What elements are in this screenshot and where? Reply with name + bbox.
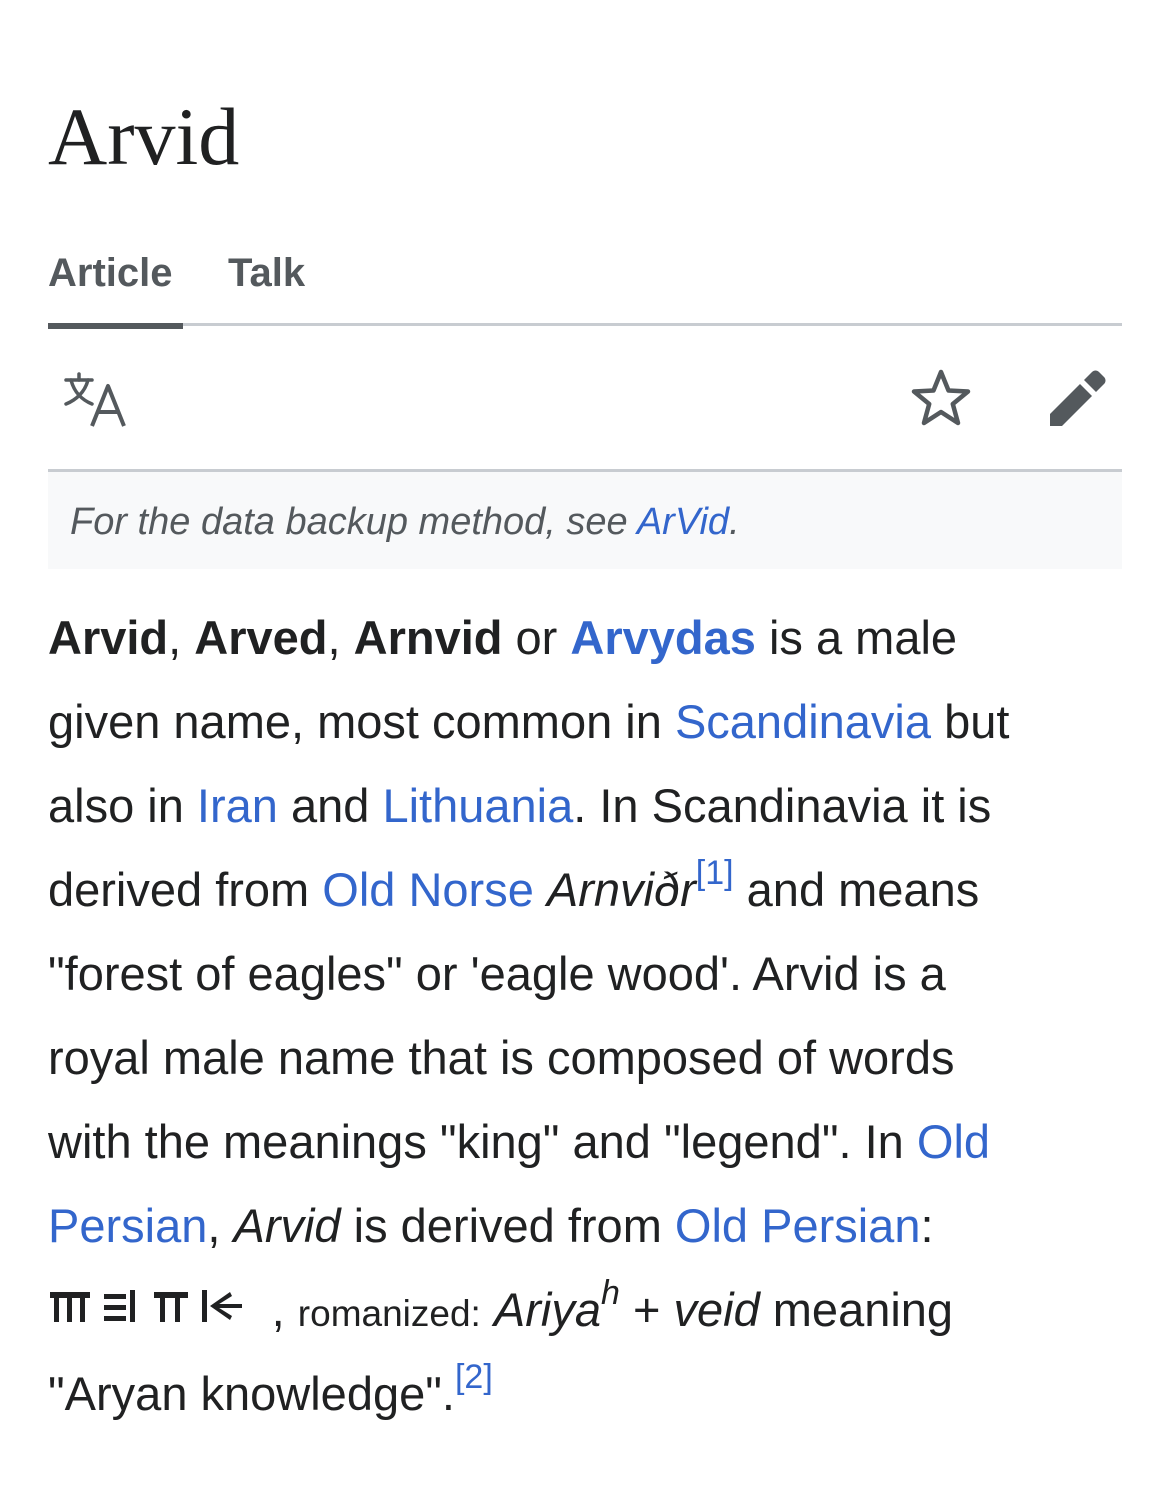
italic-arvid: Arvid	[233, 1199, 341, 1252]
text: :	[920, 1199, 934, 1252]
text: with the meanings "king" and "legend". I…	[48, 1115, 917, 1168]
superscript-h: h	[600, 1274, 620, 1312]
text: but	[931, 695, 1010, 748]
paragraph-line: given name, most common in Scandinavia b…	[48, 680, 1128, 764]
link-old-norse[interactable]: Old Norse	[322, 863, 534, 916]
text: and means	[733, 863, 980, 916]
text: ,	[271, 1283, 298, 1336]
italic-veid: veid	[673, 1283, 760, 1336]
hatnote-link-arvid[interactable]: ArVid	[637, 501, 729, 543]
text: ,	[327, 611, 354, 664]
pencil-icon[interactable]	[1042, 366, 1108, 432]
article-paragraph: Arvid, Arved, Arnvid or Arvydas is a mal…	[48, 596, 1128, 1436]
page-actions-toolbar	[48, 326, 1122, 472]
link-lithuania[interactable]: Lithuania	[382, 779, 573, 832]
paragraph-line: derived from Old Norse Arnviðr[1] and me…	[48, 848, 1128, 932]
text	[481, 1283, 494, 1336]
text: given name, most common in	[48, 695, 675, 748]
link-iran[interactable]: Iran	[197, 779, 278, 832]
text: is a male	[755, 611, 958, 664]
paragraph-line: Arvid, Arved, Arnvid or Arvydas is a mal…	[48, 596, 1128, 680]
link-scandinavia[interactable]: Scandinavia	[675, 695, 931, 748]
text: and	[277, 779, 383, 832]
italic-ariya: Ariya	[493, 1283, 601, 1336]
text: derived from	[48, 863, 323, 916]
article-page: Arvid Article Talk For the data backup m…	[0, 0, 1170, 1509]
page-tabs: Article Talk	[48, 248, 1122, 329]
paragraph-line: royal male name that is composed of word…	[48, 1031, 955, 1084]
text: meaning	[759, 1283, 954, 1336]
text: +	[619, 1283, 674, 1336]
text: ,	[168, 611, 195, 664]
reference-1[interactable]: [1]	[696, 854, 734, 892]
link-old-persian-1-cont[interactable]: Persian	[48, 1199, 207, 1252]
hatnote-text: For the data backup method, see	[70, 501, 637, 543]
paragraph-line: with the meanings "king" and "legend". I…	[48, 1100, 1128, 1184]
link-old-persian-1[interactable]: Old	[917, 1115, 990, 1168]
link-old-persian-2[interactable]: Old Persian	[675, 1199, 921, 1252]
text: is derived from	[340, 1199, 675, 1252]
cuneiform-text	[48, 1288, 272, 1335]
text: . In Scandinavia it is	[573, 779, 992, 832]
tab-article[interactable]: Article	[48, 248, 183, 329]
paragraph-line: "Aryan knowledge".[2]	[48, 1352, 1128, 1436]
paragraph-line: Persian, Arvid is derived from Old Persi…	[48, 1184, 1128, 1268]
paragraph-line: "forest of eagles" or 'eagle wood'. Arvi…	[48, 947, 946, 1000]
hatnote: For the data backup method, see ArVid.	[48, 472, 1122, 569]
text: or	[502, 611, 571, 664]
paragraph-line: also in Iran and Lithuania. In Scandinav…	[48, 764, 1128, 848]
star-icon[interactable]	[908, 366, 974, 432]
italic-arnvidr: Arnviðr	[546, 863, 696, 916]
romanized-label: romanized:	[297, 1293, 481, 1334]
translate-icon[interactable]	[62, 370, 134, 430]
text: "Aryan knowledge".	[48, 1367, 455, 1420]
link-arvydas[interactable]: Arvydas	[570, 611, 756, 664]
hatnote-period: .	[729, 501, 740, 543]
tab-talk[interactable]: Talk	[228, 248, 305, 326]
bold-name-arved: Arved	[194, 611, 328, 664]
bold-name-arnvid: Arnvid	[353, 611, 503, 664]
page-title: Arvid	[48, 91, 240, 182]
bold-name-arvid: Arvid	[48, 611, 169, 664]
text: ,	[207, 1199, 234, 1252]
reference-2[interactable]: [2]	[455, 1358, 493, 1396]
cuneiform-glyphs	[50, 1290, 242, 1322]
text	[534, 863, 547, 916]
paragraph-line: , romanized: Ariyah + veid meaning	[48, 1268, 1128, 1352]
text: also in	[48, 779, 197, 832]
